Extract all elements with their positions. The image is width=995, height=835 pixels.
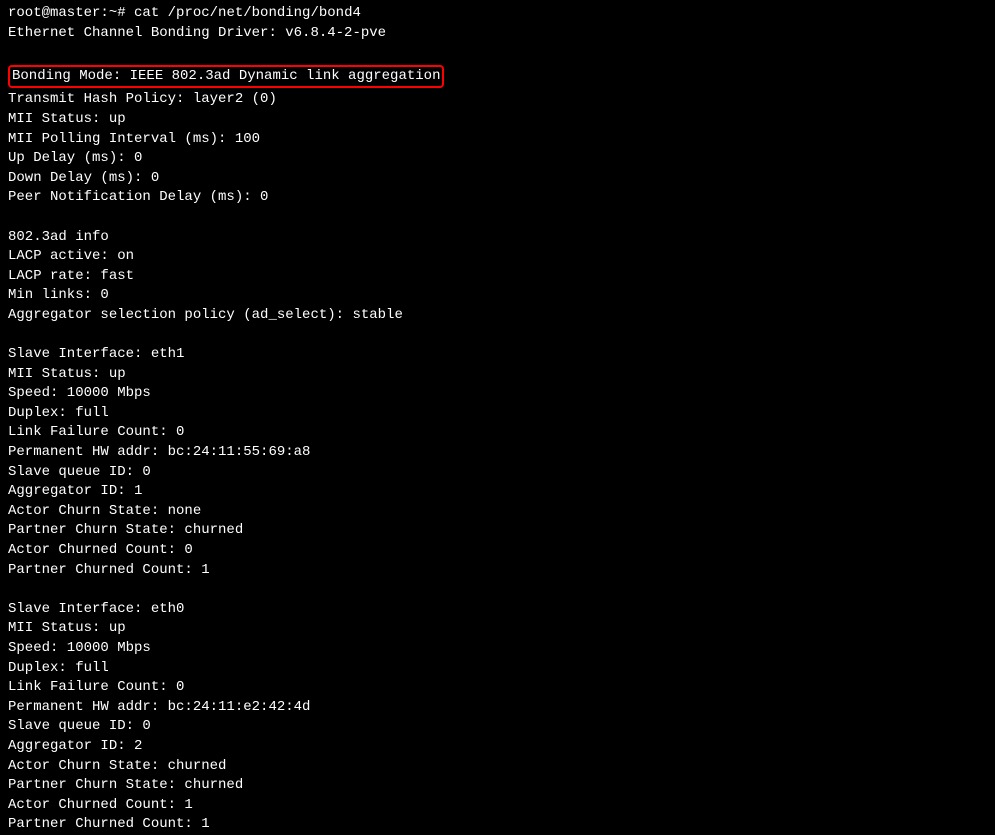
slave-line: Slave Interface: eth1 (8, 345, 987, 365)
blank-line (8, 43, 987, 63)
slave-line: Partner Churn State: churned (8, 776, 987, 796)
slave-line: Duplex: full (8, 404, 987, 424)
slave-line: Aggregator ID: 1 (8, 482, 987, 502)
output-line: MII Status: up (8, 110, 987, 130)
slave-line: Partner Churned Count: 1 (8, 561, 987, 581)
slave-line: Actor Churn State: churned (8, 757, 987, 777)
slave-line: Actor Churned Count: 1 (8, 796, 987, 816)
driver-line: Ethernet Channel Bonding Driver: v6.8.4-… (8, 24, 987, 44)
slave-line: MII Status: up (8, 365, 987, 385)
output-line: LACP active: on (8, 247, 987, 267)
blank-line (8, 580, 987, 600)
slave-line: Speed: 10000 Mbps (8, 639, 987, 659)
blank-line (8, 326, 987, 346)
shell-prompt: root@master:~# (8, 5, 134, 21)
command-text: cat /proc/net/bonding/bond4 (134, 5, 361, 21)
blank-line (8, 208, 987, 228)
output-line: Min links: 0 (8, 286, 987, 306)
slave-line: Duplex: full (8, 659, 987, 679)
slave-line: MII Status: up (8, 619, 987, 639)
output-line: Up Delay (ms): 0 (8, 149, 987, 169)
slave-line: Partner Churn State: churned (8, 521, 987, 541)
output-line: Aggregator selection policy (ad_select):… (8, 306, 987, 326)
slave-line: Permanent HW addr: bc:24:11:e2:42:4d (8, 698, 987, 718)
command-line: root@master:~# cat /proc/net/bonding/bon… (8, 4, 987, 24)
slave-line: Actor Churned Count: 0 (8, 541, 987, 561)
slave-line: Link Failure Count: 0 (8, 423, 987, 443)
slave-line: Slave queue ID: 0 (8, 463, 987, 483)
output-line: Peer Notification Delay (ms): 0 (8, 188, 987, 208)
output-line: Down Delay (ms): 0 (8, 169, 987, 189)
slave-line: Partner Churned Count: 1 (8, 815, 987, 835)
slave-line: Aggregator ID: 2 (8, 737, 987, 757)
output-line: LACP rate: fast (8, 267, 987, 287)
slave-line: Link Failure Count: 0 (8, 678, 987, 698)
output-line: Transmit Hash Policy: layer2 (0) (8, 90, 987, 110)
slave-line: Slave queue ID: 0 (8, 717, 987, 737)
output-line: 802.3ad info (8, 228, 987, 248)
bonding-mode-highlight: Bonding Mode: IEEE 802.3ad Dynamic link … (8, 65, 444, 89)
slave-line: Permanent HW addr: bc:24:11:55:69:a8 (8, 443, 987, 463)
output-line: MII Polling Interval (ms): 100 (8, 130, 987, 150)
slave-line: Actor Churn State: none (8, 502, 987, 522)
slave-line: Slave Interface: eth0 (8, 600, 987, 620)
slave-line: Speed: 10000 Mbps (8, 384, 987, 404)
